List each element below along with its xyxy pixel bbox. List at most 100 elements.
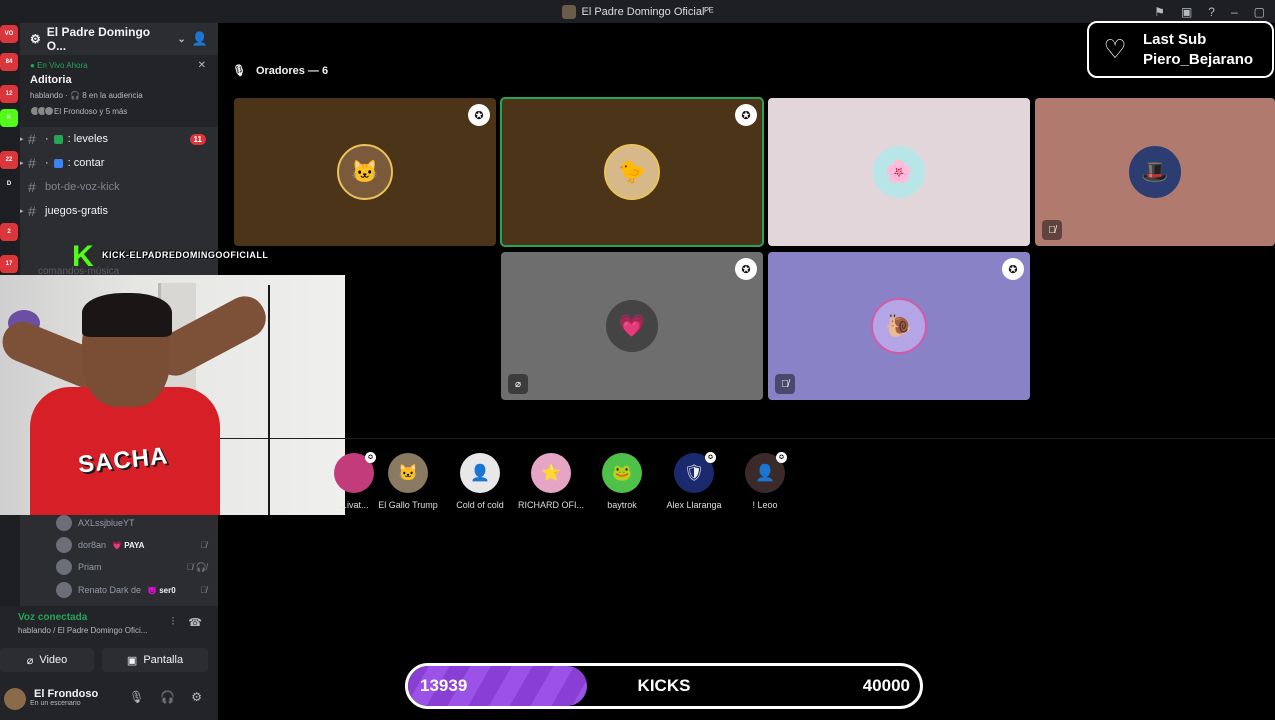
audience-member[interactable]: 🐸 baytrok [586,453,658,510]
muted-icon: 🎙̸ [775,374,795,394]
audience-name: baytrok [607,500,637,510]
moderator-icon: ✪ [735,104,757,126]
member-name: dor8an [78,540,107,550]
member-name: Priam [78,562,102,572]
member-name: AXLssjblueYT [78,518,135,528]
audience-avatars [30,106,54,116]
last-sub-overlay: ♡ Last Sub Piero_Bejarano [1087,21,1274,78]
inbox-icon[interactable]: ▣ [1181,5,1192,19]
title-bar: El Padre Domingo Oficialᴾᴱ ⚑ ▣ ? – ▢ [0,0,1275,23]
member-item[interactable]: Renato Dark de 😈 ser0 🎙̸ [56,581,211,599]
stage-name: Aditoria [30,74,72,86]
avatar: 💗 [604,298,660,354]
audience-member[interactable]: 👤 ✪ ! Leoo [729,452,801,510]
minimize-icon[interactable]: – [1231,5,1238,19]
last-sub-user: Piero_Bejarano [1143,51,1254,68]
video-button[interactable]: ⌀ Video [0,648,94,672]
avatar: 🛡 ✪ [674,452,716,493]
guild-icon: ⚙ [30,32,41,46]
camera-off-icon: ⌀ [26,654,34,667]
member-item[interactable]: AXLssjblueYT [56,514,211,532]
channel-item[interactable]: ▸ # ·: leveles 11 [20,127,218,151]
avatar[interactable] [4,688,26,710]
server-avatar-icon [561,4,576,19]
kicks-goal-bar: 13939 KICKS 40000 [405,663,923,709]
flag-icon[interactable]: ⚑ [1154,5,1165,19]
camera-off-icon: ⌀ [508,374,528,394]
speakers-label: Oradores — 6 [255,64,329,77]
server-icon[interactable]: K [0,109,18,127]
settings-icon[interactable]: ⚙ [191,690,202,704]
hash-icon: # [28,155,36,171]
screen-share-button[interactable]: ▣ Pantalla [102,648,208,672]
server-icon[interactable]: 17 [0,255,18,273]
last-sub-text: Last Sub Piero_Bejarano [1143,31,1253,68]
stage-divider [220,438,1275,439]
channel-item[interactable]: ▸ # ·: contar [20,151,218,175]
member-tag: 💗 PAYA [112,540,145,550]
audience-name: Cold of cold [456,500,504,510]
add-member-icon[interactable]: 👤 [192,31,208,47]
hash-icon: # [28,203,36,219]
speaker-tile[interactable]: 🐱 ✪ [234,98,496,246]
headphones-icon[interactable]: 🎧 [160,690,175,704]
speaker-tile[interactable]: 💗 ✪ ⌀ [501,252,763,400]
voice-location[interactable]: hablando / El Padre Domingo Ofici... [18,626,147,635]
server-icon[interactable]: 84 [0,53,18,71]
noise-suppression-icon[interactable]: ⫶ [172,616,175,629]
audience-member[interactable]: ⭐ RICHARD OFI... [515,453,587,510]
window-title: El Padre Domingo Oficialᴾᴱ [561,4,714,19]
help-icon[interactable]: ? [1208,5,1215,19]
close-icon[interactable]: ✕ [198,60,206,71]
live-status-text: En Vivo Ahora [37,61,88,70]
avatar: ✪ [334,452,376,493]
member-item[interactable]: dor8an 💗 PAYA 🎙̸ [56,536,211,554]
last-sub-title: Last Sub [1143,31,1207,48]
speaker-tile[interactable]: 🌸 [768,98,1030,246]
channel-list: ▸ # ·: leveles 11 ▸ # ·: contar # bot-de-voz-kic… [20,127,218,223]
channel-prefix: · [45,157,49,169]
channel-item[interactable]: # bot-de-voz-kick [20,175,218,199]
audience-member[interactable]: 👤 Cold of cold [444,453,516,510]
server-icon[interactable]: 12 [0,85,18,103]
webcam-cable [268,285,270,515]
speaker-tile[interactable]: 🎩 🎙̸ [1035,98,1275,246]
unread-badge: 11 [189,133,206,145]
guild-header[interactable]: ⚙ El Padre Domingo O... ⌄ 👤 [20,23,218,55]
kick-url: KICK-ELPADREDOMINGOOFICIALL [102,250,269,260]
avatar: 🐌 [871,298,927,354]
audience-member[interactable]: 🐱 El Gallo Trump [372,453,444,510]
voice-panel: Voz conectada hablando / El Padre Doming… [0,606,218,720]
moderator-icon: ✪ [735,258,757,280]
maximize-icon[interactable]: ▢ [1254,5,1265,19]
caret-icon: ▸ [20,208,24,215]
voice-status[interactable]: Voz conectada [18,612,87,623]
stage-audience: El Frondoso y 5 más [30,106,208,116]
channel-name: bot-de-voz-kick [45,181,120,193]
user-name[interactable]: El Frondoso [34,688,98,700]
live-stage-card[interactable]: ● En Vivo Ahora Aditoria hablando · 🎧 8 … [20,55,218,127]
server-icon[interactable]: 2 [0,223,18,241]
avatar: 🐱 [337,144,393,200]
member-item[interactable]: Priam 🎙̸ 🎧̸ [56,558,211,576]
mic-icon[interactable]: 🎙 [129,690,144,704]
speaker-tile[interactable]: 🐌 ✪ 🎙̸ [768,252,1030,400]
screen-share-icon: ▣ [126,654,138,667]
avatar [56,515,72,531]
channel-name: juegos-gratis [45,205,108,217]
disconnect-icon[interactable]: ☎ [188,616,202,629]
muted-icon: 🎙̸ [1042,220,1062,240]
moderator-icon: ✪ [776,452,787,463]
avatar: 🌸 [871,144,927,200]
audience-name: ...ivat... [339,500,369,510]
server-icon[interactable]: D [0,175,18,193]
audience-member[interactable]: 🛡 ✪ Alex Llaranga [658,452,730,510]
channel-item[interactable]: ▸ # juegos-gratis [20,199,218,223]
mic-icon: 🎙 [232,65,246,77]
moderator-icon: ✪ [1002,258,1024,280]
speaker-tile-speaking[interactable]: 🐤 ✪ [500,97,764,247]
server-icon[interactable]: 22 [0,151,18,169]
kicks-goal: 40000 [862,676,910,695]
caret-icon: ▸ [20,136,24,143]
server-icon[interactable]: VO [0,25,18,43]
